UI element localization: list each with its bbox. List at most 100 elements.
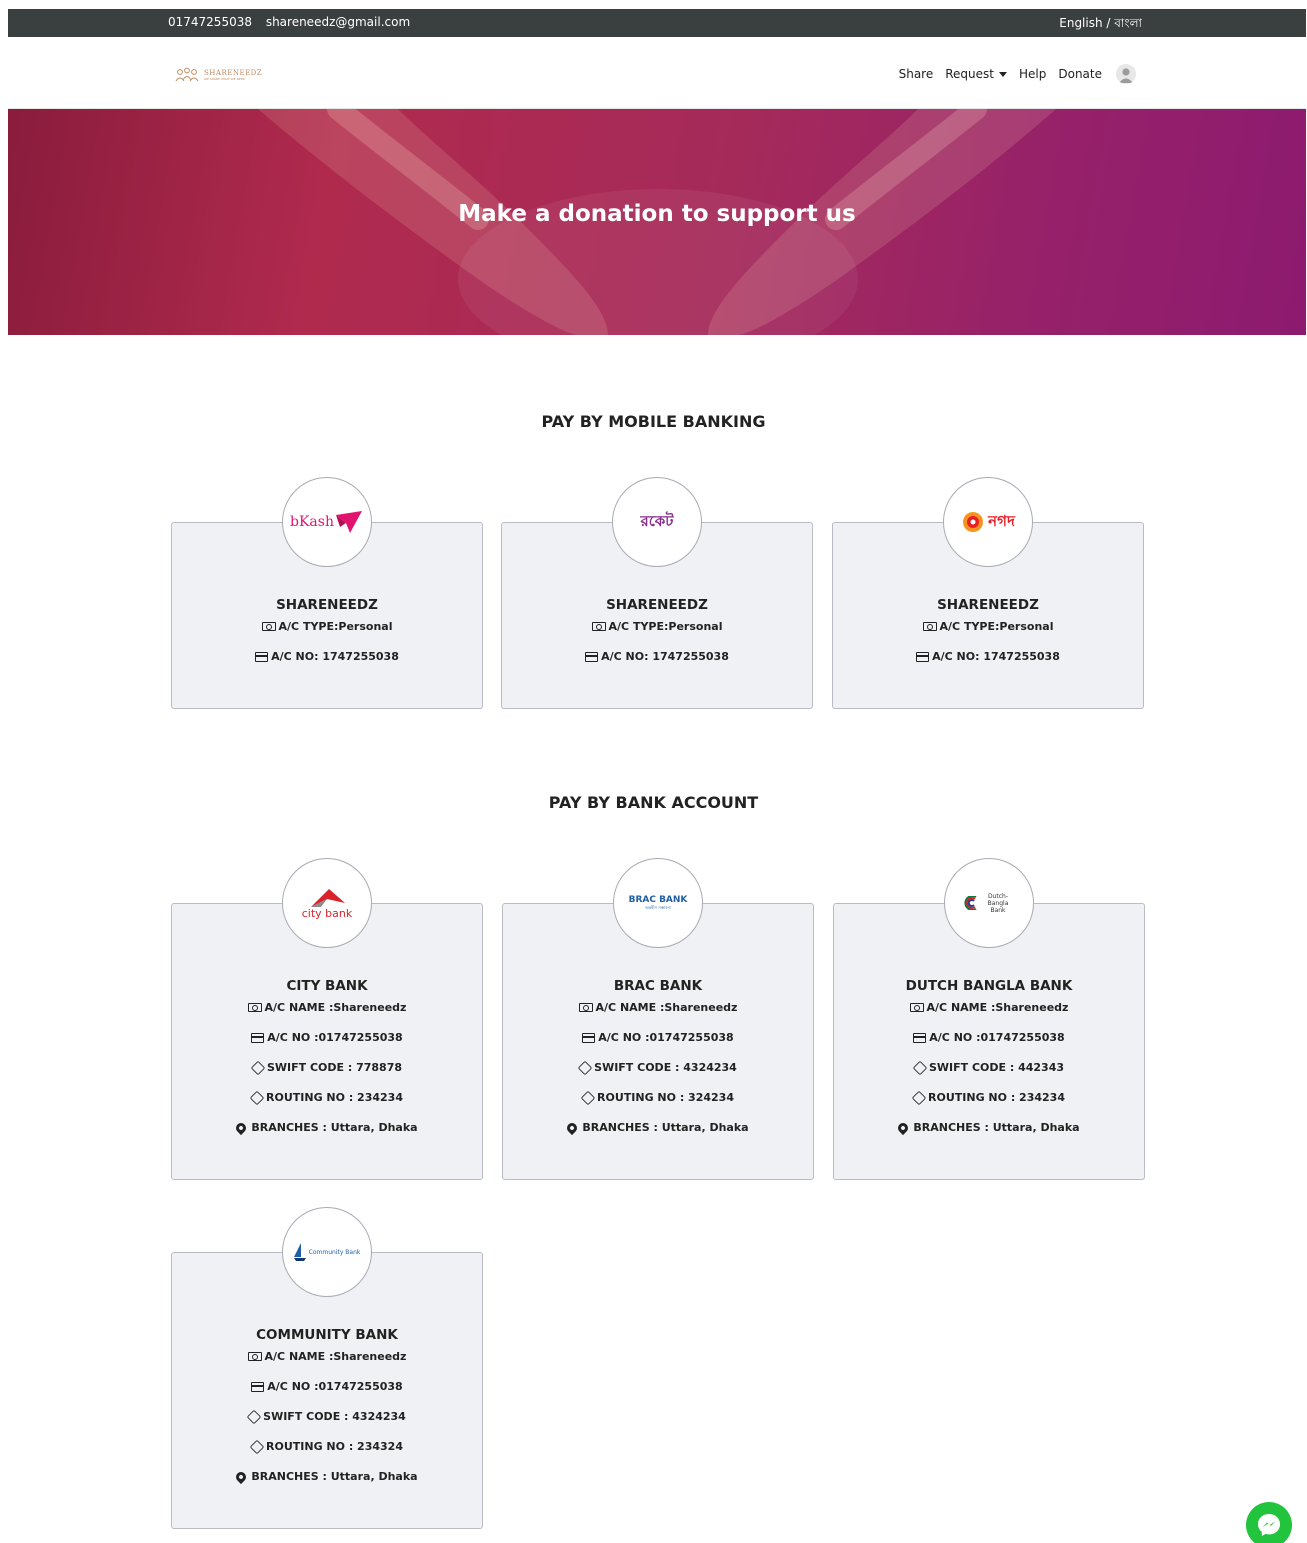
account-name: A/C NAME :Shareneedz <box>834 997 1144 1018</box>
card-title: BRAC BANK <box>613 978 703 994</box>
code-icon <box>580 1090 596 1105</box>
account-number: A/C NO :01747255038 <box>503 1027 813 1048</box>
bkash-bird-icon <box>335 511 362 533</box>
map-pin-icon <box>896 1120 911 1135</box>
contact-email[interactable]: shareneedz@gmail.com <box>266 15 410 29</box>
credit-card-icon <box>255 651 269 662</box>
swift-code-text: SWIFT CODE : 4324234 <box>263 1410 406 1423</box>
hero-banner: Make a donation to support us <box>8 109 1306 335</box>
account-number: A/C NO :01747255038 <box>172 1376 482 1397</box>
nav-share[interactable]: Share <box>899 67 934 81</box>
money-icon <box>909 1003 924 1012</box>
account-number: A/C NO: 1747255038 <box>502 646 812 667</box>
account-name: A/C NAME :Shareneedz <box>503 997 813 1018</box>
citybank-mark-icon <box>311 888 345 907</box>
community-bank-logo: Community Bank <box>282 1207 372 1297</box>
credit-card-icon <box>251 1032 265 1043</box>
account-number-text: A/C NO: 1747255038 <box>271 650 399 663</box>
brac-logo-sub: অন্তহীন সম্ভাবনা <box>645 904 671 910</box>
code-icon <box>577 1060 593 1075</box>
account-name: A/C NAME :Shareneedz <box>172 1346 482 1367</box>
community-bank-sail-icon <box>293 1243 306 1261</box>
branches: BRANCHES : Uttara, Dhaka <box>172 1117 482 1138</box>
code-icon <box>912 1060 928 1075</box>
mobile-card-nagad: নগদ SHARENEEDZ A/C TYPE:Personal A/C NO:… <box>832 477 1144 709</box>
section-title-mobile: PAY BY MOBILE BANKING <box>541 412 766 431</box>
routing-number-text: ROUTING NO : 234234 <box>928 1091 1065 1104</box>
brac-logo: BRAC BANK অন্তহীন সম্ভাবনা <box>613 858 703 948</box>
account-number-text: A/C NO :01747255038 <box>929 1031 1065 1044</box>
swift-code-text: SWIFT CODE : 4324234 <box>594 1061 737 1074</box>
language-switch[interactable]: English / বাংলা <box>1059 15 1142 35</box>
hero-title: Make a donation to support us <box>458 201 856 227</box>
money-icon <box>261 622 276 631</box>
nav-links: Share Request Help Donate <box>887 64 1136 84</box>
chevron-down-icon <box>999 71 1007 77</box>
main-navbar: SHARENEEDZ WE SHARE WHAT WE NEED Share R… <box>8 37 1306 109</box>
account-number-text: A/C NO: 1747255038 <box>932 650 1060 663</box>
mobile-card-rocket: রকেট SHARENEEDZ A/C TYPE:Personal A/C NO… <box>501 477 813 709</box>
routing-number-text: ROUTING NO : 234234 <box>266 1091 403 1104</box>
brac-logo-text: BRAC BANK <box>628 894 688 905</box>
nagad-logo-text: নগদ <box>988 511 1015 530</box>
code-icon <box>249 1090 265 1105</box>
section-title-bank: PAY BY BANK ACCOUNT <box>548 793 759 812</box>
code-icon <box>249 1439 265 1454</box>
routing-number: ROUTING NO : 234234 <box>172 1087 482 1108</box>
branches: BRANCHES : Uttara, Dhaka <box>503 1117 813 1138</box>
routing-number: ROUTING NO : 234324 <box>172 1436 482 1457</box>
rocket-logo-text: রকেট <box>640 511 674 530</box>
messenger-chat-button[interactable] <box>1246 1502 1292 1543</box>
account-type: A/C TYPE:Personal <box>833 616 1143 637</box>
account-name-text: A/C NAME :Shareneedz <box>264 1001 407 1014</box>
card-title: DUTCH BANGLA BANK <box>905 978 1073 994</box>
bank-card-city: city bank CITY BANK A/C NAME :Shareneedz… <box>171 858 483 1180</box>
branches-text: BRANCHES : Uttara, Dhaka <box>913 1121 1080 1134</box>
contact-phone[interactable]: 01747255038 <box>168 15 252 29</box>
brand-logo[interactable]: SHARENEEDZ WE SHARE WHAT WE NEED <box>174 67 262 83</box>
account-type: A/C TYPE:Personal <box>172 616 482 637</box>
money-icon <box>591 622 606 631</box>
code-icon <box>250 1060 266 1075</box>
credit-card-icon <box>582 1032 596 1043</box>
contact-info: 01747255038 shareneedz@gmail.com <box>168 15 420 29</box>
money-icon <box>247 1352 262 1361</box>
account-name-text: A/C NAME :Shareneedz <box>926 1001 1069 1014</box>
code-icon <box>911 1090 927 1105</box>
account-type-text: A/C TYPE:Personal <box>608 620 723 633</box>
money-icon <box>922 622 937 631</box>
bank-card-community: Community Bank COMMUNITY BANK A/C NAME :… <box>171 1207 483 1529</box>
card-title: COMMUNITY BANK <box>256 1327 398 1343</box>
brand-tagline: WE SHARE WHAT WE NEED <box>204 77 245 81</box>
nav-help[interactable]: Help <box>1019 67 1046 81</box>
code-icon <box>246 1409 262 1424</box>
nav-request[interactable]: Request <box>945 67 1007 81</box>
mobile-card-bkash: bKash SHARENEEDZ A/C TYPE:Personal A/C N… <box>171 477 483 709</box>
routing-number-text: ROUTING NO : 324234 <box>597 1091 734 1104</box>
swift-code: SWIFT CODE : 778878 <box>172 1057 482 1078</box>
rocket-logo: রকেট <box>612 477 702 567</box>
citybank-logo-text: city bank <box>301 906 353 920</box>
credit-card-icon <box>585 651 599 662</box>
account-number: A/C NO: 1747255038 <box>172 646 482 667</box>
branches-text: BRANCHES : Uttara, Dhaka <box>582 1121 749 1134</box>
money-icon <box>247 1003 262 1012</box>
bkash-logo: bKash <box>282 477 372 567</box>
messenger-icon <box>1258 1514 1280 1536</box>
citybank-logo: city bank <box>282 858 372 948</box>
user-avatar-icon[interactable] <box>1116 64 1136 84</box>
account-number-text: A/C NO: 1747255038 <box>601 650 729 663</box>
account-number: A/C NO: 1747255038 <box>833 646 1143 667</box>
swift-code-text: SWIFT CODE : 778878 <box>266 1061 403 1074</box>
credit-card-icon <box>916 651 930 662</box>
branches: BRANCHES : Uttara, Dhaka <box>834 1117 1144 1138</box>
credit-card-icon <box>251 1381 265 1392</box>
credit-card-icon <box>913 1032 927 1043</box>
account-type-text: A/C TYPE:Personal <box>939 620 1054 633</box>
branches-text: BRANCHES : Uttara, Dhaka <box>251 1470 418 1483</box>
nav-donate[interactable]: Donate <box>1058 67 1102 81</box>
dutch-bangla-logo: Dutch-Bangla Bank <box>944 858 1034 948</box>
account-number-text: A/C NO :01747255038 <box>598 1031 734 1044</box>
swift-code: SWIFT CODE : 442343 <box>834 1057 1144 1078</box>
top-contact-bar: 01747255038 shareneedz@gmail.com English… <box>8 9 1306 37</box>
